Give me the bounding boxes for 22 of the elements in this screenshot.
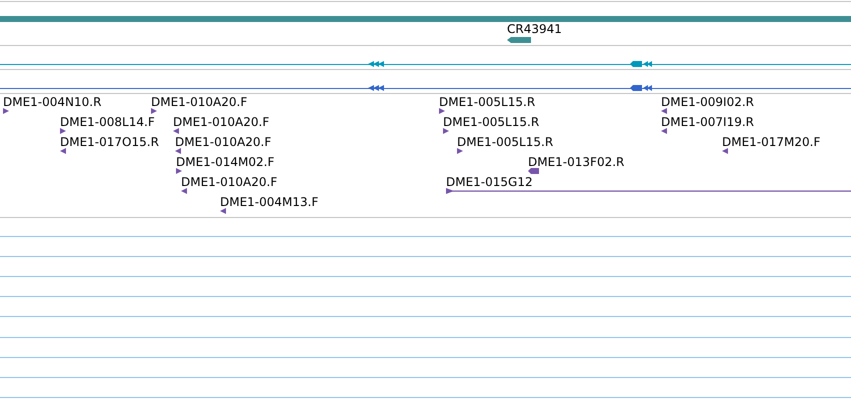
feature-label: DME1-010A20.F <box>151 95 248 109</box>
feature-label: DME1-010A20.F <box>175 135 272 149</box>
gene-label: CR43941 <box>507 22 562 37</box>
feature-label: DME1-007I19.R <box>661 115 754 129</box>
feature-label: DME1-010A20.F <box>181 175 278 189</box>
feature-label: DME1-017M20.F <box>722 135 820 149</box>
feature-label: DME1-009I02.R <box>661 95 754 109</box>
feature-label: DME1-004M13.F <box>220 195 318 209</box>
feature-label: DME1-004N10.R <box>3 95 102 109</box>
feature-label: DME1-005L15.R <box>457 135 554 149</box>
feature-label: DME1-005L15.R <box>443 115 540 129</box>
feature-label: DME1-015G12 <box>446 175 533 189</box>
feature-label: DME1-008L14.F <box>60 115 155 129</box>
feature-label: DME1-017O15.R <box>60 135 159 149</box>
feature-label: DME1-005L15.R <box>439 95 536 109</box>
transcript-block <box>630 85 654 91</box>
feature-label: DME1-014M02.F <box>176 155 274 169</box>
transcript-arrows <box>368 85 385 91</box>
feature-label: DME1-013F02.R <box>528 155 624 169</box>
feature-label: DME1-010A20.F <box>173 115 270 129</box>
transcript-block <box>630 61 654 67</box>
transcript-arrows <box>368 61 385 67</box>
